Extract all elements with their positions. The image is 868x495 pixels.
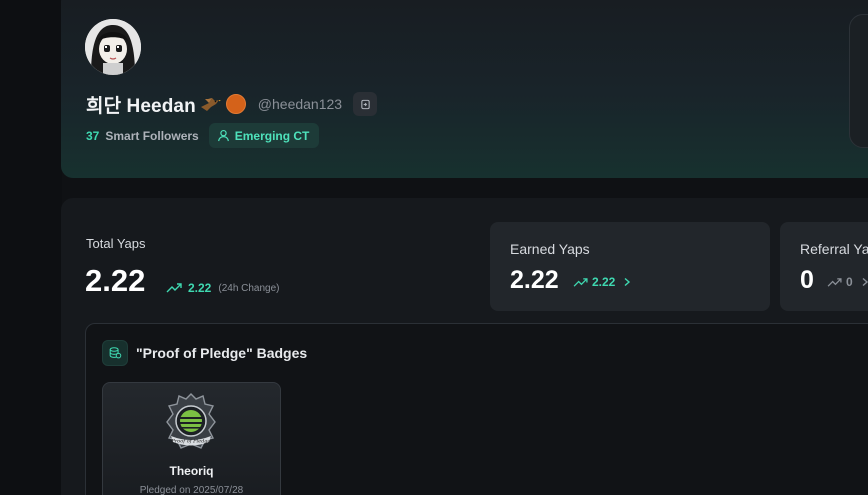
referral-yaps-change-value: 0 (846, 275, 853, 289)
tier-badge[interactable]: Emerging CT (208, 123, 320, 148)
avatar[interactable] (85, 19, 141, 75)
trending-up-icon (827, 277, 842, 287)
total-yaps-label: Total Yaps (86, 236, 146, 251)
chevron-right-icon[interactable] (860, 277, 868, 287)
earned-yaps-card[interactable]: Earned Yaps 2.22 2.22 (490, 222, 770, 311)
tier-badge-label: Emerging CT (234, 128, 310, 143)
pledge-badges-title: "Proof of Pledge" Badges (136, 345, 308, 361)
coins-icon (102, 340, 128, 366)
bird-emoji-icon (199, 95, 221, 113)
user-icon (217, 129, 229, 142)
referral-yaps-value: 0 (800, 266, 814, 294)
smart-followers-label: Smart Followers (105, 128, 199, 143)
badge-emblem-text: Proof of Pledge (171, 439, 211, 445)
referral-yaps-change: 0 (827, 275, 868, 289)
side-preview-card[interactable] (849, 14, 868, 148)
profile-name-row: 희단 Heedan @heedan123 (86, 90, 378, 118)
smart-followers-count: 37 (86, 128, 100, 143)
total-yaps-value: 2.22 (85, 263, 146, 298)
smart-followers-row: 37 Smart Followers Emerging CT (86, 123, 320, 148)
user-handle: @heedan123 (257, 96, 343, 112)
badge-pledge-date: Pledged on 2025/07/28 (139, 485, 244, 495)
earned-yaps-change-value: 2.22 (592, 275, 616, 289)
status-dot-icon (225, 94, 246, 114)
total-yaps-change-value: 2.22 (188, 281, 212, 295)
referral-yaps-label: Referral Ya (800, 241, 868, 257)
total-yaps-change: 2.22 (24h Change) (166, 281, 280, 295)
badge-project-name: Theoriq (169, 464, 214, 478)
total-yaps-change-note: (24h Change) (218, 282, 280, 294)
badge-emblem: Proof of Pledge (166, 393, 216, 449)
left-sidebar (0, 0, 62, 495)
copy-handle-button[interactable] (353, 92, 378, 116)
copy-icon (360, 99, 370, 109)
display-name: 희단 Heedan (86, 95, 196, 117)
chevron-right-icon[interactable] (622, 277, 632, 287)
profile-header-card (61, 0, 868, 178)
earned-yaps-label: Earned Yaps (510, 241, 590, 257)
pledge-badges-header: "Proof of Pledge" Badges (102, 340, 307, 366)
earned-yaps-value: 2.22 (510, 266, 559, 294)
referral-yaps-card[interactable]: Referral Ya 0 0 (780, 222, 868, 311)
earned-yaps-change: 2.22 (573, 275, 632, 289)
trending-up-icon (166, 283, 182, 293)
trending-up-icon (573, 277, 588, 287)
